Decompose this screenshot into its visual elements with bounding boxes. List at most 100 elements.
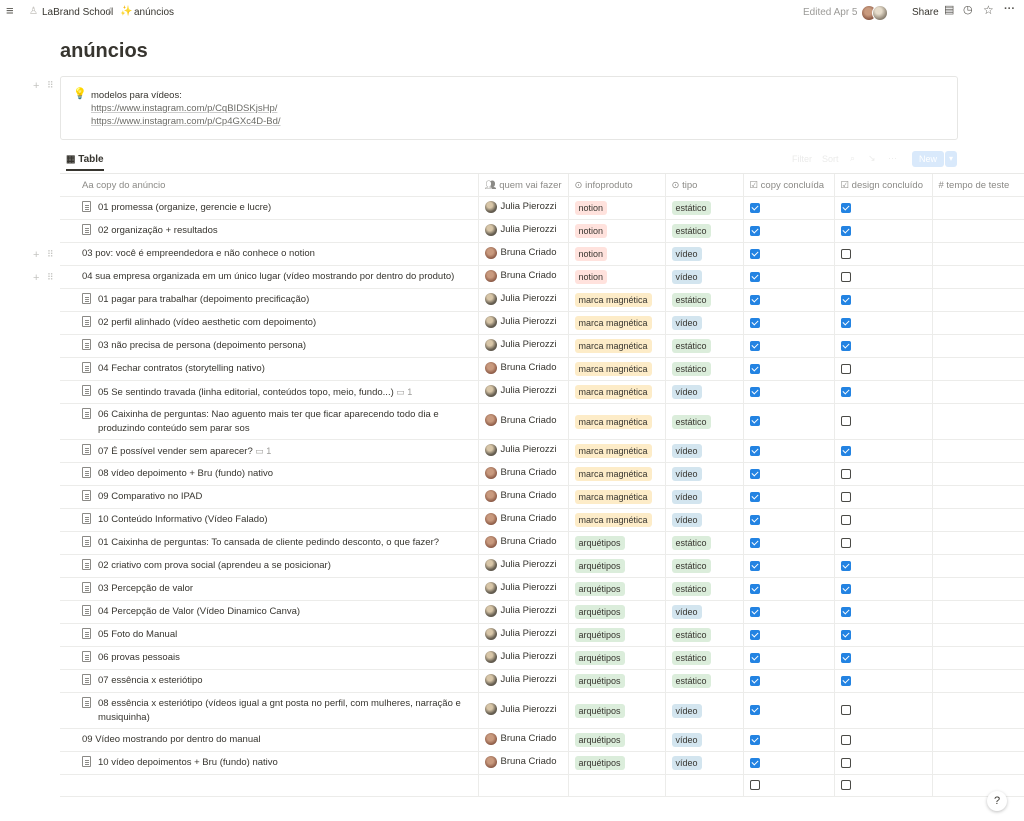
cell-time[interactable] [932, 577, 1024, 601]
checkbox[interactable] [749, 294, 760, 305]
table-row[interactable]: 01 Caixinha de perguntas: To cansada de … [60, 531, 1024, 555]
checkbox[interactable] [749, 560, 760, 571]
comment-count[interactable]: ▭ 1 [394, 387, 412, 397]
table-row[interactable]: 07 É possível vender sem aparecer? ▭ 1 Ju… [60, 439, 1024, 463]
cell-who[interactable]: Bruna Criado [478, 357, 569, 381]
cell-product[interactable]: arquétipos [568, 623, 666, 647]
checkbox[interactable] [840, 606, 851, 617]
cell-who[interactable]: Julia Pierozzi [478, 380, 569, 404]
cell-name[interactable]: 08 vídeo depoimento + Bru (fundo) nativo [60, 462, 479, 486]
cell-who[interactable]: Julia Pierozzi [478, 577, 569, 601]
checkbox[interactable] [749, 416, 760, 427]
breadcrumb-workspace[interactable]: LaBrand School [42, 7, 113, 18]
cell-who[interactable]: Bruna Criado [478, 751, 569, 775]
cell-name[interactable]: 09 Comparativo no IPAD [60, 485, 479, 509]
clock-icon[interactable]: ◷ [963, 5, 973, 16]
cell-time[interactable] [932, 380, 1024, 404]
cell-type[interactable]: estático [665, 623, 744, 647]
table-row[interactable]: 10 vídeo depoimentos + Bru (fundo) nativ… [60, 751, 1024, 775]
cell-product[interactable]: notion [568, 219, 666, 243]
cell-product[interactable]: arquétipos [568, 751, 666, 775]
cell-who[interactable]: Julia Pierozzi [478, 554, 569, 578]
cell-product[interactable]: marca magnética [568, 462, 666, 486]
cell-time[interactable] [932, 485, 1024, 509]
cell-name[interactable]: 09 Vídeo mostrando por dentro do manual [60, 728, 479, 752]
cell-type[interactable]: vídeo [665, 728, 744, 752]
checkbox[interactable] [840, 225, 851, 236]
cell-product[interactable]: arquétipos [568, 728, 666, 752]
checkbox[interactable] [840, 416, 851, 427]
cell-time[interactable] [932, 403, 1024, 440]
table-row[interactable]: 05 Foto do Manual Julia Pierozzi arquétipo… [60, 623, 1024, 647]
cell-product[interactable]: marca magnética [568, 403, 666, 440]
table-row[interactable]: 03 pov: você é empreendedora e não conhe… [60, 242, 1024, 266]
cell-who[interactable]: Bruna Criado [478, 508, 569, 532]
column-header-design-done[interactable]: ☑ design concluído [834, 174, 933, 197]
cell-product[interactable]: marca magnética [568, 485, 666, 509]
cell-name[interactable]: 04 Fechar contratos (storytelling nativo… [60, 357, 479, 381]
checkbox[interactable] [749, 340, 760, 351]
checkbox[interactable] [749, 675, 760, 686]
checkbox[interactable] [749, 629, 760, 640]
cell-who[interactable]: Bruna Criado [478, 728, 569, 752]
cell-name[interactable]: 07 É possível vender sem aparecer? ▭ 1 [60, 439, 479, 463]
table-row[interactable]: 04 Fechar contratos (storytelling nativo… [60, 357, 1024, 381]
cell-type[interactable]: vídeo [665, 462, 744, 486]
share-button[interactable]: Share [912, 7, 939, 18]
cell-time[interactable] [932, 334, 1024, 358]
cell-name[interactable]: 02 criativo com prova social (aprendeu a… [60, 554, 479, 578]
cell-product[interactable]: notion [568, 265, 666, 289]
checkbox[interactable] [749, 757, 760, 768]
checkbox[interactable] [840, 248, 851, 259]
table-row[interactable]: 08 essência x esteriótipo (vídeos igual … [60, 692, 1024, 729]
more-icon[interactable]: ··· [1004, 4, 1015, 15]
checkbox[interactable] [749, 652, 760, 663]
page-title[interactable]: anúncios [60, 40, 148, 63]
cell-name[interactable]: 03 Percepção de valor [60, 577, 479, 601]
checkbox[interactable] [840, 363, 851, 374]
cell-time[interactable] [932, 439, 1024, 463]
cell-product[interactable]: arquétipos [568, 600, 666, 624]
table-row[interactable]: 09 Vídeo mostrando por dentro do manual B… [60, 728, 1024, 752]
cell-product[interactable]: arquétipos [568, 577, 666, 601]
table-row[interactable]: 10 Conteúdo Informativo (Vídeo Falado) Br… [60, 508, 1024, 532]
cell-type[interactable]: estático [665, 357, 744, 381]
drag-handle-icon[interactable]: ⠿ [47, 249, 54, 260]
cell-time[interactable] [932, 219, 1024, 243]
table-row[interactable]: 02 perfil alinhado (vídeo aesthetic com … [60, 311, 1024, 335]
cell-name[interactable]: 05 Se sentindo travada (linha editorial,… [60, 380, 479, 404]
cell-type[interactable]: vídeo [665, 751, 744, 775]
checkbox[interactable] [840, 340, 851, 351]
cell-name[interactable]: 06 provas pessoais [60, 646, 479, 670]
comment-icon[interactable]: ▤ [944, 5, 954, 16]
cell-type[interactable]: vídeo [665, 311, 744, 335]
checkbox[interactable] [840, 317, 851, 328]
table-row[interactable]: 09 Comparativo no IPAD Bruna Criado marca … [60, 485, 1024, 509]
checkbox[interactable] [840, 271, 851, 282]
cell-who[interactable]: Bruna Criado [478, 403, 569, 440]
table-row[interactable]: 01 promessa (organize, gerencie e lucre)… [60, 196, 1024, 220]
add-block-icon[interactable]: + [33, 249, 39, 261]
filter-button[interactable]: Filter [792, 154, 812, 164]
checkbox[interactable] [840, 705, 851, 716]
table-row[interactable]: 01 pagar para trabalhar (depoimento prec… [60, 288, 1024, 312]
checkbox[interactable] [749, 606, 760, 617]
cell-who[interactable]: Julia Pierozzi [478, 600, 569, 624]
cell-product[interactable]: marca magnética [568, 439, 666, 463]
cell-who[interactable]: Julia Pierozzi [478, 646, 569, 670]
checkbox[interactable] [840, 583, 851, 594]
cell-name[interactable]: 04 sua empresa organizada em um único lu… [60, 265, 479, 289]
cell-name[interactable]: 02 perfil alinhado (vídeo aesthetic com … [60, 311, 479, 335]
cell-type[interactable]: vídeo [665, 600, 744, 624]
cell-who[interactable]: Julia Pierozzi [478, 311, 569, 335]
cell-who[interactable]: Bruna Criado [478, 242, 569, 266]
cell-who[interactable] [478, 774, 569, 797]
cell-name[interactable]: 01 promessa (organize, gerencie e lucre) [60, 196, 479, 220]
column-header-name[interactable]: Aa copy do anúncio [60, 174, 479, 197]
checkbox[interactable] [840, 386, 851, 397]
cell-type[interactable]: estático [665, 554, 744, 578]
cell-type[interactable]: estático [665, 577, 744, 601]
checkbox[interactable] [749, 271, 760, 282]
checkbox[interactable] [840, 491, 851, 502]
cell-product[interactable]: marca magnética [568, 311, 666, 335]
